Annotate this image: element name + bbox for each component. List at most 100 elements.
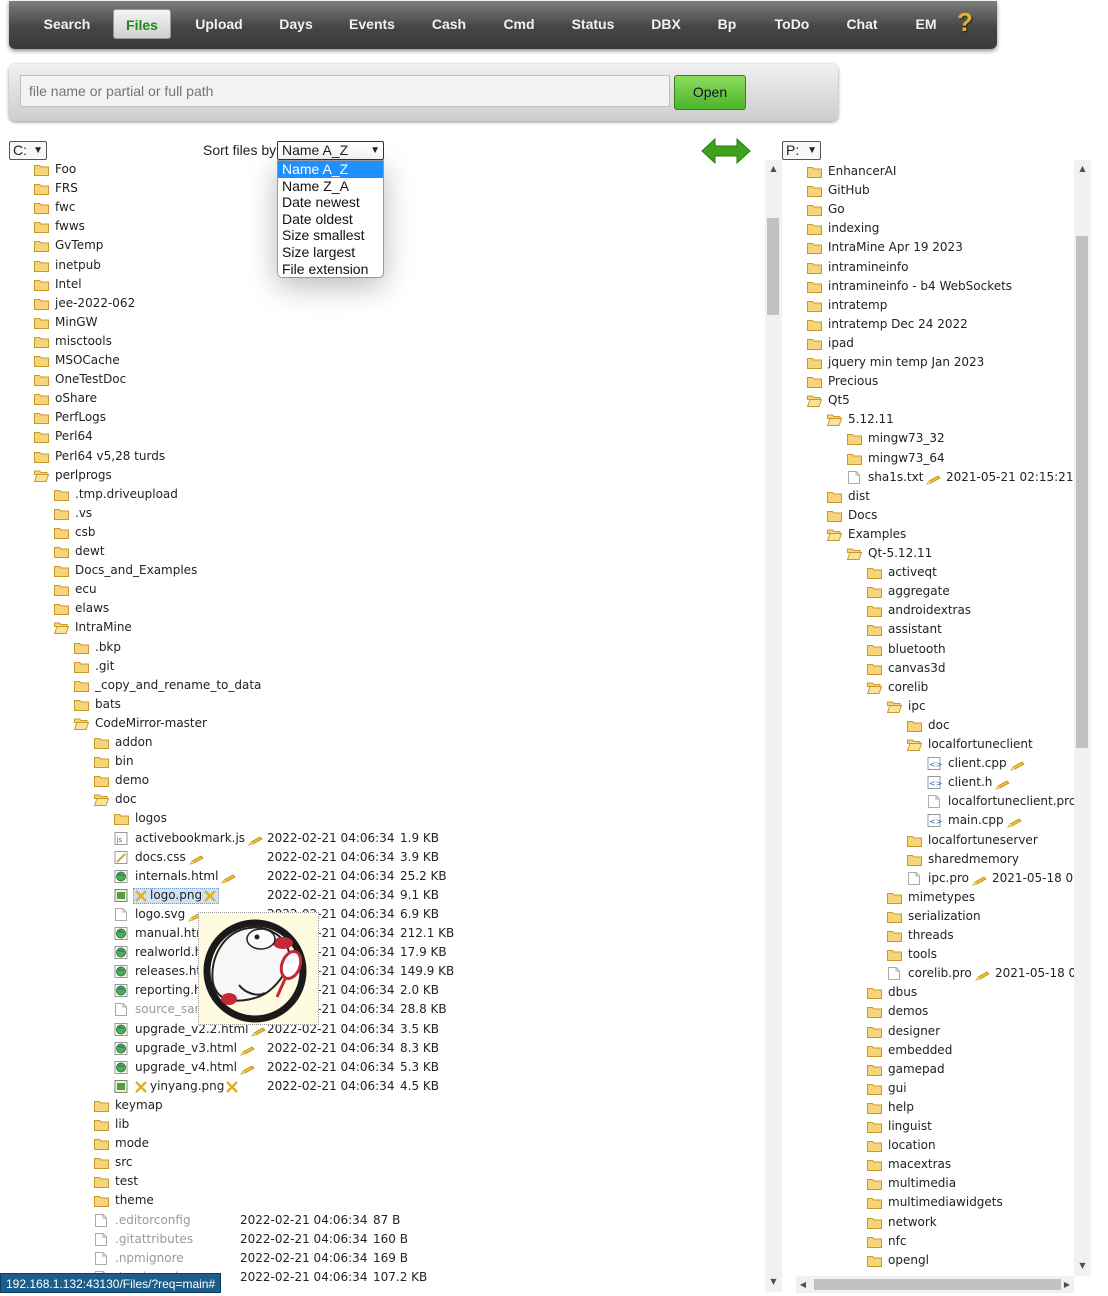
folder-row[interactable]: mingw73_64 [782,449,1074,468]
sort-select[interactable]: Name A_Z ▼ [277,141,384,160]
item-name[interactable]: logo.svg [135,905,185,924]
file-row[interactable]: reporting.html 2022-02-21 04:06:34 2.0 KB [0,981,765,1000]
folder-row[interactable]: CodeMirror-master [0,714,765,733]
item-name[interactable]: ipc.pro [928,869,969,888]
item-name[interactable]: yinyang.png [150,1077,224,1096]
folder-row[interactable]: serialization [782,907,1074,926]
item-name[interactable]: .git [95,657,114,676]
item-name[interactable]: corelib.pro [908,964,972,983]
folder-row[interactable]: mingw73_32 [782,429,1074,448]
item-name[interactable]: ecu [75,580,97,599]
item-name[interactable]: Go [828,200,845,219]
item-name[interactable]: androidextras [888,601,971,620]
item-name[interactable]: GitHub [828,181,870,200]
item-name[interactable]: .npmignore [115,1249,184,1268]
folder-row[interactable]: androidextras [782,601,1074,620]
item-name[interactable]: addon [115,733,153,752]
item-name[interactable]: doc [115,790,137,809]
sort-option[interactable]: File extension [278,261,383,278]
folder-row[interactable]: GitHub [782,181,1074,200]
item-name[interactable]: mingw73_32 [868,429,945,448]
item-name[interactable]: mingw73_64 [868,449,945,468]
right-scrollbar[interactable]: ▲ ▼ [1074,160,1091,1276]
folder-row[interactable]: misctools [0,332,765,351]
folder-row[interactable]: Go [782,200,1074,219]
folder-row[interactable]: .vs [0,504,765,523]
item-name[interactable]: activebookmark.js [135,829,245,848]
item-name[interactable]: Docs_and_Examples [75,561,197,580]
item-name[interactable]: Qt-5.12.11 [868,544,932,563]
folder-row[interactable]: Intel [0,275,765,294]
nav-cash[interactable]: Cash [422,9,476,39]
folder-row[interactable]: bats [0,695,765,714]
nav-days[interactable]: Days [267,9,325,39]
item-name[interactable]: 5.12.11 [848,410,894,429]
file-row[interactable]: manual.html 2022-02-21 04:06:34 212.1 KB [0,924,765,943]
item-name[interactable]: EnhancerAI [828,162,896,181]
item-name[interactable]: client.h [948,773,992,792]
scroll-left-icon[interactable]: ◀ [796,1278,810,1292]
item-name[interactable]: internals.html [135,867,218,886]
horizontal-scroll-thumb[interactable] [814,1279,1061,1290]
file-row[interactable]: logo.svg 2022-02-21 04:06:34 6.9 KB [0,905,765,924]
item-name[interactable]: demos [888,1002,928,1021]
folder-row[interactable]: intratemp Dec 24 2022 [782,315,1074,334]
sort-option[interactable]: Name Z_A [278,178,383,195]
folder-row[interactable]: elaws [0,599,765,618]
folder-row[interactable]: intratemp [782,296,1074,315]
item-name[interactable]: MinGW [55,313,97,332]
file-row[interactable]: corelib.pro 2021-05-18 0 [782,964,1074,983]
item-name[interactable]: main.cpp [948,811,1004,830]
folder-row[interactable]: jee-2022-062 [0,294,765,313]
item-name[interactable]: MSOCache [55,351,120,370]
item-name[interactable]: .bkp [95,638,121,657]
item-name[interactable]: perlprogs [55,466,112,485]
file-row[interactable]: ipc.pro 2021-05-18 02 [782,869,1074,888]
open-button[interactable]: Open [674,75,746,110]
item-name[interactable]: .gitattributes [115,1230,193,1249]
item-name[interactable]: upgrade_v3.html [135,1039,237,1058]
item-name[interactable]: upgrade_v4.html [135,1058,237,1077]
file-row[interactable]: upgrade_v4.html 2022-02-21 04:06:34 5.3 KB [0,1058,765,1077]
folder-row[interactable]: 5.12.11 [782,410,1074,429]
item-name[interactable]: keymap [115,1096,163,1115]
right-scroll-thumb[interactable] [1076,236,1088,748]
scroll-up-icon[interactable]: ▲ [765,162,782,176]
folder-row[interactable]: Qt5 [782,391,1074,410]
item-name[interactable]: misctools [55,332,112,351]
item-name[interactable]: dewt [75,542,105,561]
item-name[interactable]: macextras [888,1155,951,1174]
item-name[interactable]: assistant [888,620,942,639]
item-name[interactable]: elaws [75,599,109,618]
item-name[interactable]: Intel [55,275,82,294]
item-name[interactable]: designer [888,1022,940,1041]
file-row[interactable]: localfortuneclient.pro [782,792,1074,811]
nav-cmd[interactable]: Cmd [496,9,542,39]
file-row[interactable]: upgrade_v3.html 2022-02-21 04:06:34 8.3 KB [0,1039,765,1058]
folder-row[interactable]: opengl [782,1251,1074,1270]
folder-row[interactable]: nfc [782,1232,1074,1251]
file-row[interactable]: sha1s.txt 2021-05-21 02:15:21 [782,468,1074,487]
item-name[interactable]: intratemp Dec 24 2022 [828,315,968,334]
open-path-input[interactable] [20,75,670,107]
folder-row[interactable]: IntraMine [0,618,765,637]
item-name[interactable]: activeqt [888,563,937,582]
file-row[interactable]: realworld.html 2022-02-21 04:06:34 17.9 KB [0,943,765,962]
item-name[interactable]: multimedia [888,1174,956,1193]
scroll-down-icon[interactable]: ▼ [1074,1259,1091,1273]
nav-search[interactable]: Search [36,9,98,39]
right-horizontal-scrollbar[interactable]: ◀ ▶ [796,1276,1074,1293]
folder-row[interactable]: csb [0,523,765,542]
left-scrollbar[interactable]: ▲ ▼ [765,160,782,1292]
file-row[interactable]: js activebookmark.js 2022-02-21 04:06:34 1.… [0,829,765,848]
left-scroll-thumb[interactable] [767,218,779,315]
nav-files[interactable]: Files [113,9,171,39]
folder-row[interactable]: aggregate [782,582,1074,601]
folder-row[interactable]: Perl64 v5,28 turds [0,447,765,466]
item-name[interactable]: jee-2022-062 [55,294,135,313]
folder-row[interactable]: .bkp [0,638,765,657]
item-name[interactable]: dbus [888,983,917,1002]
folder-row[interactable]: location [782,1136,1074,1155]
folder-row[interactable]: help [782,1098,1074,1117]
folder-row[interactable]: doc [0,790,765,809]
